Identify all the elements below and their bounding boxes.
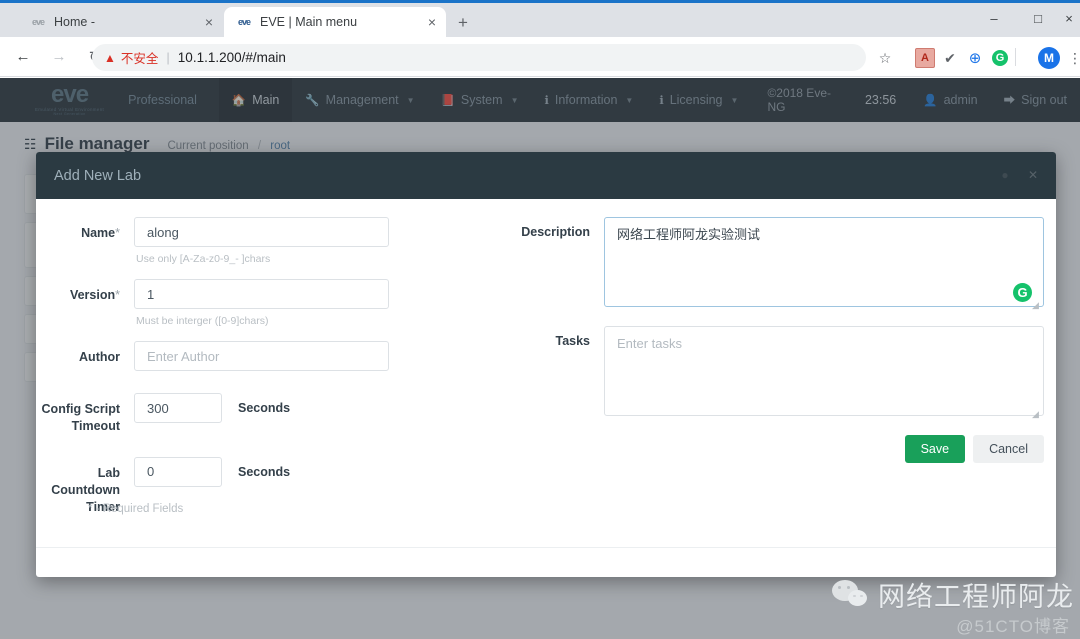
warning-triangle-icon: ▲	[104, 50, 116, 65]
field-row-tasks: Tasks ◢	[506, 326, 1056, 421]
dialog-title: Add New Lab	[54, 167, 142, 184]
cancel-button[interactable]: Cancel	[973, 435, 1044, 463]
dialog-footer	[36, 547, 1056, 577]
version-label-text: Version	[69, 288, 116, 302]
omnibox-divider: |	[166, 50, 170, 65]
dialog-body: Name* Use only [A-Za-z0-9_- ]chars Versi…	[36, 199, 1056, 529]
tab-close-icon[interactable]: ×	[191, 15, 213, 29]
dialog-close-icon[interactable]: ✕	[1026, 169, 1040, 183]
tasks-label: Tasks	[555, 334, 590, 348]
config-script-timeout-control: Seconds	[134, 393, 506, 423]
new-tab-button[interactable]: +	[452, 13, 474, 35]
dialog-header: Add New Lab ● ✕	[36, 152, 1056, 199]
save-button[interactable]: Save	[904, 435, 966, 463]
name-label: Name*	[36, 217, 134, 242]
config-script-timeout-input[interactable]	[134, 393, 222, 423]
required-marker: *	[115, 288, 120, 302]
window-minimize-button[interactable]: –	[972, 3, 1016, 33]
watermark: 网络工程师阿龙 @51CTO博客	[832, 575, 1074, 637]
grammarly-extension-icon[interactable]: G	[990, 48, 1010, 68]
tab-title: EVE | Main menu	[260, 15, 358, 29]
field-row-description: Description G ◢	[506, 217, 1056, 312]
window-close-button[interactable]: ×	[1058, 3, 1080, 33]
description-label: Description	[521, 225, 590, 239]
author-label: Author	[79, 350, 120, 364]
tab-close-icon[interactable]: ×	[414, 15, 436, 29]
tasks-control: ◢	[604, 326, 1044, 421]
tab-eve-main-menu[interactable]: eve EVE | Main menu ×	[224, 7, 446, 37]
dialog-right-column: Description G ◢ Tasks ◢	[506, 217, 1056, 463]
toolbar-divider	[1015, 48, 1016, 66]
url-text: 10.1.1.200/#/main	[177, 50, 286, 65]
security-label: 不安全	[120, 52, 159, 66]
lab-countdown-timer-control: Seconds	[134, 456, 506, 487]
browser-window: eve Home - × eve EVE | Main menu × + – □…	[0, 0, 1080, 639]
wechat-icon	[832, 579, 870, 610]
grammarly-glyph: G	[992, 50, 1008, 66]
field-row-version: Version* Must be interger ([0-9]chars)	[36, 279, 506, 327]
back-icon[interactable]: ←	[8, 42, 38, 72]
config-script-timeout-label: Config Script Timeout	[41, 402, 120, 433]
profile-avatar[interactable]: M	[1038, 47, 1060, 69]
name-input[interactable]	[134, 217, 389, 247]
version-control: Must be interger ([0-9]chars)	[134, 279, 506, 327]
config-script-timeout-unit: Seconds	[238, 401, 291, 415]
required-marker: *	[115, 226, 120, 240]
tasks-textarea[interactable]	[604, 326, 1044, 416]
field-row-author: Author	[36, 341, 506, 371]
author-input[interactable]	[134, 341, 389, 371]
window-maximize-button[interactable]: □	[1016, 3, 1060, 33]
pdf-extension-icon[interactable]: A	[915, 48, 935, 68]
eve-page: eve Emulated Virtual Environment Next Ge…	[0, 78, 1080, 639]
author-control	[134, 341, 506, 371]
browser-menu-icon[interactable]: ⋮	[1068, 47, 1080, 69]
grammarly-icon[interactable]: G	[1013, 283, 1032, 302]
field-row-name: Name* Use only [A-Za-z0-9_- ]chars	[36, 217, 506, 265]
security-warning[interactable]: ▲ 不安全	[104, 48, 158, 67]
tab-strip: eve Home - × eve EVE | Main menu × +	[0, 3, 1080, 37]
tab-title: Home -	[54, 15, 95, 29]
version-input[interactable]	[134, 279, 389, 309]
add-new-lab-dialog: Add New Lab ● ✕ Name* Use only [A-Za-z0-…	[36, 152, 1056, 577]
version-label: Version*	[36, 279, 134, 304]
forward-icon[interactable]: →	[44, 42, 74, 72]
blue-extension-icon[interactable]: ⊕	[965, 48, 985, 68]
resize-handle[interactable]: ◢	[1032, 301, 1041, 310]
eve-grey-icon: eve	[31, 17, 45, 27]
description-textarea[interactable]	[604, 217, 1044, 307]
eve-blue-icon: eve	[237, 17, 251, 27]
description-control: G ◢	[604, 217, 1044, 312]
name-hint: Use only [A-Za-z0-9_- ]chars	[136, 253, 271, 265]
required-fields-note: * - Required Fields	[88, 503, 184, 515]
field-row-config-script-timeout: Config Script Timeout Seconds	[36, 393, 506, 435]
name-label-text: Name	[81, 226, 116, 240]
watermark-name: 网络工程师阿龙	[878, 582, 1074, 612]
tab-home[interactable]: eve Home - ×	[18, 7, 223, 37]
dialog-actions: Save Cancel	[506, 435, 1044, 463]
pen-extension-icon[interactable]: ✔	[940, 48, 960, 68]
name-control: Use only [A-Za-z0-9_- ]chars	[134, 217, 506, 265]
watermark-name-line: 网络工程师阿龙	[832, 575, 1074, 614]
watermark-handle: @51CTO博客	[956, 617, 1070, 636]
bookmark-star-icon[interactable]: ☆	[875, 48, 895, 68]
address-bar[interactable]: ▲ 不安全 | 10.1.1.200/#/main	[92, 44, 866, 71]
dialog-left-column: Name* Use only [A-Za-z0-9_- ]chars Versi…	[36, 217, 506, 519]
lab-countdown-timer-unit: Seconds	[238, 464, 291, 479]
resize-handle[interactable]: ◢	[1032, 410, 1041, 419]
version-hint: Must be interger ([0-9]chars)	[136, 315, 269, 327]
lab-countdown-timer-input[interactable]	[134, 456, 222, 487]
dialog-minimize-icon[interactable]: ●	[998, 169, 1012, 183]
